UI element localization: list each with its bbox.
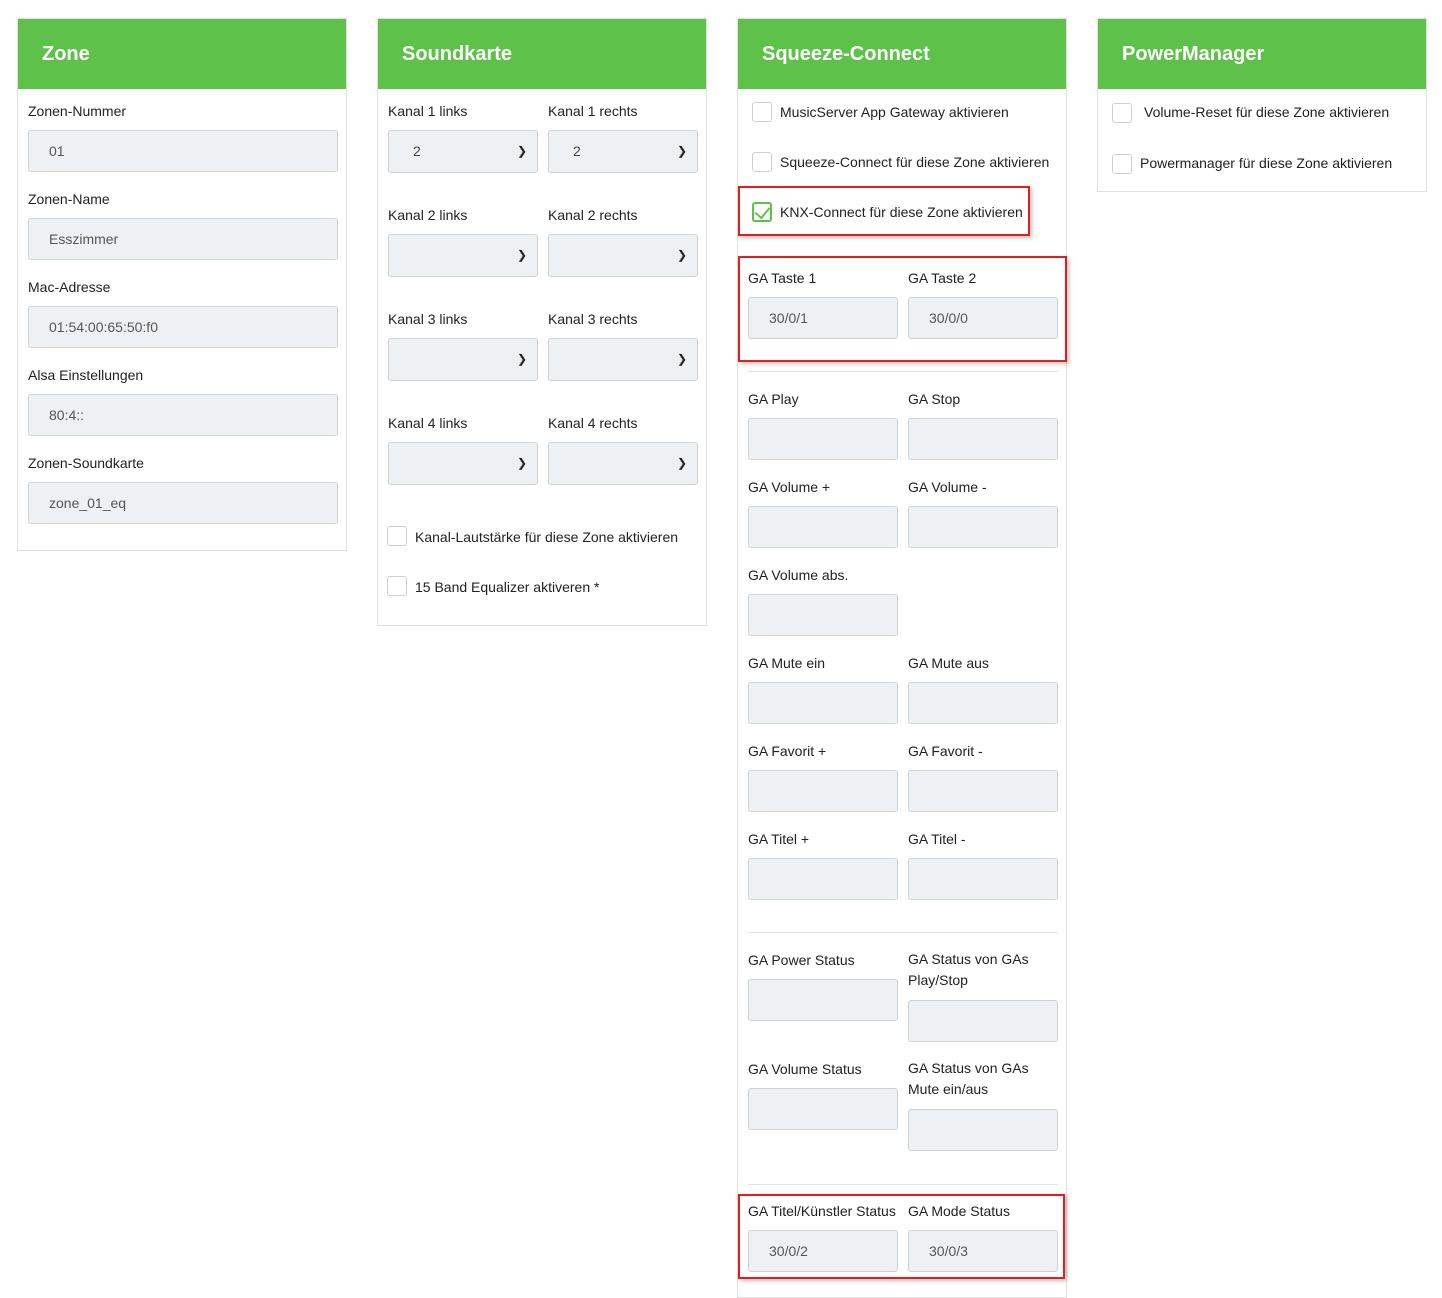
chevron-down-icon: ❯ <box>676 144 687 158</box>
equalizer-checkbox[interactable] <box>387 576 407 596</box>
ga-titel-minus-label: GA Titel - <box>908 831 966 847</box>
ga-volume-plus-label: GA Volume + <box>748 479 831 495</box>
channel-4-right-label: Kanal 4 rechts <box>548 415 638 431</box>
channel-2-right-label: Kanal 2 rechts <box>548 207 638 223</box>
ga-favorit-minus-input[interactable] <box>908 770 1058 812</box>
chevron-down-icon: ❯ <box>516 456 527 470</box>
channel-1-right-label: Kanal 1 rechts <box>548 103 638 119</box>
ga-status-playstop-input[interactable] <box>908 1000 1058 1042</box>
channel-3-right-select[interactable]: ❯ <box>548 338 698 381</box>
chevron-down-icon: ❯ <box>676 248 687 262</box>
channel-4-left-label: Kanal 4 links <box>388 415 468 431</box>
equalizer-checkbox-label: 15 Band Equalizer aktiveren * <box>415 579 600 595</box>
zone-name-label: Zonen-Name <box>28 191 110 207</box>
mac-address-label: Mac-Adresse <box>28 279 111 295</box>
channel-4-right-select[interactable]: ❯ <box>548 442 698 485</box>
squeeze-connect-checkbox[interactable] <box>752 152 772 172</box>
chevron-down-icon: ❯ <box>516 144 527 158</box>
section-divider <box>748 932 1058 933</box>
ga-play-label: GA Play <box>748 391 799 407</box>
ga-volume-status-label: GA Volume Status <box>748 1061 862 1077</box>
volume-reset-checkbox-label: Volume-Reset für diese Zone aktivieren <box>1144 104 1390 120</box>
ga-mute-ein-label: GA Mute ein <box>748 655 826 671</box>
zone-number-label: Zonen-Nummer <box>28 103 127 119</box>
channel-1-right-value: 2 <box>573 143 581 159</box>
ga-volume-abs-input[interactable] <box>748 594 898 636</box>
musicserver-gateway-checkbox-label: MusicServer App Gateway aktivieren <box>780 104 1009 120</box>
chevron-down-icon: ❯ <box>676 352 687 366</box>
zone-number-input[interactable]: 01 <box>28 130 338 172</box>
soundkarte-panel: Soundkarte Kanal 1 links Kanal 1 rechts … <box>377 18 707 626</box>
channel-1-left-label: Kanal 1 links <box>388 103 468 119</box>
ga-mute-aus-label: GA Mute aus <box>908 655 989 671</box>
section-divider <box>748 371 1058 372</box>
powermanager-checkbox-label: Powermanager für diese Zone aktivieren <box>1140 155 1393 171</box>
volume-reset-checkbox[interactable] <box>1112 103 1132 123</box>
ga-volume-status-input[interactable] <box>748 1088 898 1130</box>
zone-soundcard-label: Zonen-Soundkarte <box>28 455 144 471</box>
alsa-settings-label: Alsa Einstellungen <box>28 367 144 383</box>
ga-titel-plus-input[interactable] <box>748 858 898 900</box>
soundkarte-panel-title: Soundkarte <box>378 19 706 89</box>
highlight-ga-taste <box>738 256 1067 362</box>
channel-1-left-value: 2 <box>413 143 421 159</box>
zone-panel-title: Zone <box>18 19 346 89</box>
squeeze-connect-checkbox-label: Squeeze-Connect für diese Zone aktiviere… <box>780 154 1050 170</box>
ga-volume-abs-label: GA Volume abs. <box>748 567 849 583</box>
channel-3-left-label: Kanal 3 links <box>388 311 468 327</box>
highlight-knx-checkbox <box>738 186 1030 236</box>
ga-favorit-plus-label: GA Favorit + <box>748 743 827 759</box>
channel-volume-checkbox-label: Kanal-Lautstärke für diese Zone aktivier… <box>415 529 679 545</box>
squeeze-connect-panel-title: Squeeze-Connect <box>738 19 1066 89</box>
ga-volume-minus-input[interactable] <box>908 506 1058 548</box>
channel-1-left-select[interactable]: 2 ❯ <box>388 130 538 173</box>
ga-stop-label: GA Stop <box>908 391 961 407</box>
ga-favorit-plus-input[interactable] <box>748 770 898 812</box>
ga-mute-aus-input[interactable] <box>908 682 1058 724</box>
channel-2-left-select[interactable]: ❯ <box>388 234 538 277</box>
channel-volume-checkbox[interactable] <box>387 526 407 546</box>
channel-2-left-label: Kanal 2 links <box>388 207 468 223</box>
channel-1-right-select[interactable]: 2 ❯ <box>548 130 698 173</box>
musicserver-gateway-checkbox[interactable] <box>752 102 772 122</box>
ga-titel-minus-input[interactable] <box>908 858 1058 900</box>
powermanager-checkbox[interactable] <box>1112 154 1132 174</box>
ga-status-mute-label: GA Status von GAs Mute ein/aus <box>908 1060 1029 1097</box>
powermanager-panel-title: PowerManager <box>1098 19 1426 89</box>
ga-volume-minus-label: GA Volume - <box>908 479 987 495</box>
zone-soundcard-input[interactable]: zone_01_eq <box>28 482 338 524</box>
channel-4-left-select[interactable]: ❯ <box>388 442 538 485</box>
chevron-down-icon: ❯ <box>516 352 527 366</box>
ga-status-mute-input[interactable] <box>908 1109 1058 1151</box>
channel-3-left-select[interactable]: ❯ <box>388 338 538 381</box>
channel-2-right-select[interactable]: ❯ <box>548 234 698 277</box>
ga-titel-plus-label: GA Titel + <box>748 831 810 847</box>
mac-address-input[interactable]: 01:54:00:65:50:f0 <box>28 306 338 348</box>
powermanager-panel: PowerManager Volume-Reset für diese Zone… <box>1097 18 1427 192</box>
ga-power-status-label: GA Power Status <box>748 952 855 968</box>
ga-power-status-input[interactable] <box>748 979 898 1021</box>
chevron-down-icon: ❯ <box>516 248 527 262</box>
highlight-ga-status <box>738 1194 1065 1279</box>
alsa-settings-input[interactable]: 80:4:: <box>28 394 338 436</box>
ga-volume-plus-input[interactable] <box>748 506 898 548</box>
ga-play-input[interactable] <box>748 418 898 460</box>
zone-name-input[interactable]: Esszimmer <box>28 218 338 260</box>
section-divider <box>748 1184 1058 1185</box>
zone-panel: Zone Zonen-Nummer 01 Zonen-Name Esszimme… <box>17 18 347 551</box>
ga-stop-input[interactable] <box>908 418 1058 460</box>
ga-mute-ein-input[interactable] <box>748 682 898 724</box>
ga-favorit-minus-label: GA Favorit - <box>908 743 983 759</box>
ga-status-playstop-label: GA Status von GAs Play/Stop <box>908 951 1029 988</box>
channel-3-right-label: Kanal 3 rechts <box>548 311 638 327</box>
chevron-down-icon: ❯ <box>676 456 687 470</box>
